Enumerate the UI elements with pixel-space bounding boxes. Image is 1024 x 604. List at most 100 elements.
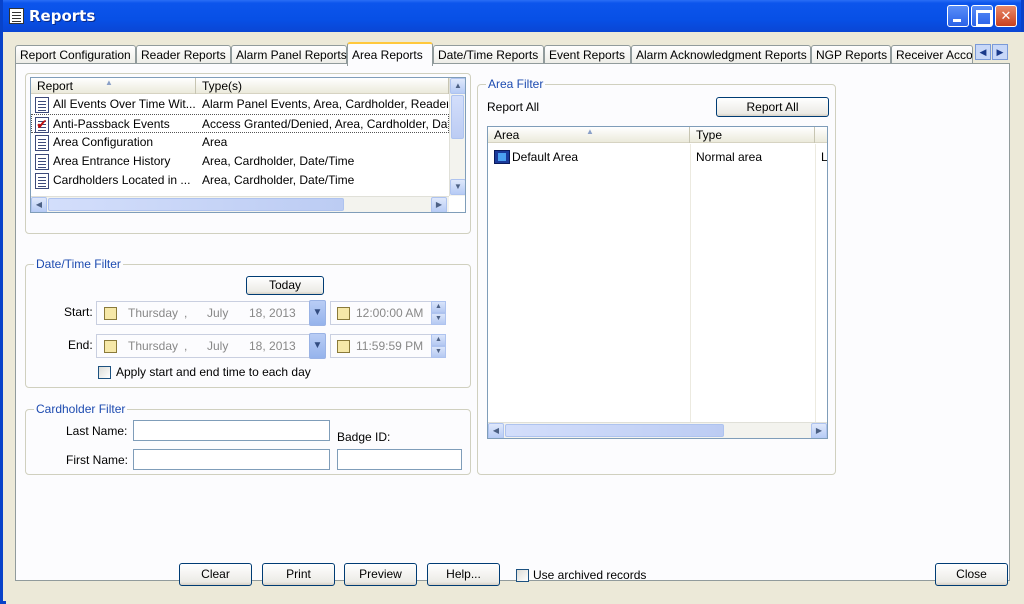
start-time-picker[interactable]: 12:00:00 AM bbox=[330, 301, 434, 325]
tab-scroll-left-icon[interactable]: ◀ bbox=[975, 44, 991, 60]
end-weekday: Thursday bbox=[128, 339, 179, 353]
list-item[interactable]: Cardholders Located in ... Area, Cardhol… bbox=[31, 171, 449, 190]
maximize-button[interactable] bbox=[971, 5, 993, 27]
datetime-filter-group: Date/Time Filter Today Start: Thursday ,… bbox=[25, 257, 471, 388]
tab-event-reports[interactable]: Event Reports bbox=[544, 45, 631, 65]
report-document-icon bbox=[35, 173, 49, 189]
end-time: 11:59:59 PM bbox=[356, 339, 424, 353]
list-item-selected[interactable]: Anti-Passback Events Access Granted/Deni… bbox=[31, 114, 449, 134]
report-list-vertical-scrollbar[interactable]: ▲ ▼ bbox=[449, 78, 465, 196]
area-column-header[interactable]: Area ▲ bbox=[488, 127, 690, 143]
end-time-spinner[interactable]: ▲ ▼ bbox=[431, 334, 446, 358]
column-divider bbox=[690, 144, 691, 422]
report-name: Anti-Passback Events bbox=[53, 117, 170, 131]
report-list[interactable]: Report ▲ Type(s) All Events Over Time Wi… bbox=[30, 77, 466, 213]
tab-strip: Report Configuration Reader Reports Alar… bbox=[15, 42, 1010, 66]
spin-down-icon[interactable]: ▼ bbox=[431, 346, 446, 358]
first-name-label: First Name: bbox=[66, 453, 129, 467]
report-column-header[interactable]: Report ▲ bbox=[31, 78, 196, 94]
use-archived-records-checkbox[interactable] bbox=[516, 569, 529, 582]
area-extra: L bbox=[821, 150, 828, 164]
report-name: All Events Over Time Wit... bbox=[53, 97, 196, 111]
tab-alarm-acknowledgment-reports[interactable]: Alarm Acknowledgment Reports bbox=[631, 45, 811, 65]
first-name-field[interactable] bbox=[133, 449, 330, 470]
start-time-checkbox[interactable] bbox=[337, 307, 350, 320]
end-day-year: 18, 2013 bbox=[249, 339, 296, 353]
start-weekday: Thursday bbox=[128, 306, 179, 320]
report-list-horizontal-scrollbar[interactable]: ◀ ▶ bbox=[31, 196, 449, 212]
scroll-down-icon[interactable]: ▼ bbox=[450, 179, 465, 195]
last-name-field[interactable] bbox=[133, 420, 330, 441]
types-column-header[interactable]: Type(s) bbox=[196, 78, 449, 94]
tab-area-reports[interactable]: Area Reports bbox=[347, 42, 433, 66]
report-document-icon bbox=[35, 135, 49, 151]
badge-id-field[interactable] bbox=[337, 449, 462, 470]
report-list-header: Report ▲ Type(s) bbox=[31, 78, 449, 94]
title-bar[interactable]: Reports ✕ bbox=[3, 0, 1021, 32]
report-all-text: Report All bbox=[487, 100, 540, 114]
end-time-checkbox[interactable] bbox=[337, 340, 350, 353]
scroll-left-icon[interactable]: ◀ bbox=[31, 197, 47, 212]
print-button[interactable]: Print bbox=[262, 563, 335, 586]
area-filter-legend: Area Filter bbox=[486, 77, 546, 91]
report-types: Alarm Panel Events, Area, Cardholder, Re… bbox=[202, 97, 448, 111]
start-time-spinner[interactable]: ▲ ▼ bbox=[431, 301, 446, 325]
preview-button[interactable]: Preview bbox=[344, 563, 417, 586]
list-item[interactable]: Area Configuration Area bbox=[31, 133, 449, 152]
spin-down-icon[interactable]: ▼ bbox=[431, 313, 446, 325]
report-document-icon bbox=[35, 154, 49, 170]
list-item[interactable]: Area Entrance History Area, Cardholder, … bbox=[31, 152, 449, 171]
tab-datetime-reports[interactable]: Date/Time Reports bbox=[433, 45, 544, 65]
scroll-thumb[interactable] bbox=[48, 198, 344, 211]
end-time-picker[interactable]: 11:59:59 PM bbox=[330, 334, 434, 358]
tab-ngp-reports[interactable]: NGP Reports bbox=[811, 45, 891, 65]
table-row[interactable]: Default Area Normal area L bbox=[488, 148, 828, 167]
close-window-button[interactable]: ✕ bbox=[995, 5, 1017, 27]
today-button[interactable]: Today bbox=[246, 276, 324, 295]
tab-reader-reports[interactable]: Reader Reports bbox=[136, 45, 231, 65]
area-list-header: Area ▲ Type bbox=[488, 127, 827, 143]
tab-report-configuration[interactable]: Report Configuration bbox=[15, 45, 136, 65]
report-app-icon bbox=[9, 8, 24, 24]
area-list[interactable]: Area ▲ Type Default Area Normal area L ◀… bbox=[487, 126, 828, 439]
tab-scroll-right-icon[interactable]: ▶ bbox=[992, 44, 1008, 60]
start-date-checkbox[interactable] bbox=[104, 307, 117, 320]
scroll-up-icon[interactable]: ▲ bbox=[450, 78, 465, 94]
tab-receiver-accounts[interactable]: Receiver Acco bbox=[891, 45, 973, 65]
use-archived-records-label: Use archived records bbox=[533, 568, 647, 582]
start-date-picker[interactable]: Thursday , July 18, 2013 bbox=[96, 301, 311, 325]
clear-button[interactable]: Clear bbox=[179, 563, 252, 586]
start-month: July bbox=[207, 306, 229, 320]
report-list-frame: Report ▲ Type(s) All Events Over Time Wi… bbox=[25, 73, 471, 234]
area-list-horizontal-scrollbar[interactable]: ◀ ▶ bbox=[488, 422, 827, 438]
spin-up-icon[interactable]: ▲ bbox=[431, 301, 446, 313]
cardholder-filter-group: Cardholder Filter Last Name: Badge ID: F… bbox=[25, 402, 471, 475]
type-column-header[interactable]: Type bbox=[690, 127, 815, 143]
spin-up-icon[interactable]: ▲ bbox=[431, 334, 446, 346]
scroll-thumb[interactable] bbox=[451, 95, 464, 139]
end-label: End: bbox=[68, 338, 93, 352]
area-reports-panel: Report ▲ Type(s) All Events Over Time Wi… bbox=[15, 63, 1010, 581]
minimize-button[interactable] bbox=[947, 5, 969, 27]
list-item[interactable]: All Events Over Time Wit... Alarm Panel … bbox=[31, 95, 449, 114]
apply-each-day-label: Apply start and end time to each day bbox=[116, 365, 311, 379]
help-button[interactable]: Help... bbox=[427, 563, 500, 586]
close-button[interactable]: Close bbox=[935, 563, 1008, 586]
scroll-right-icon[interactable]: ▶ bbox=[431, 197, 447, 212]
last-name-label: Last Name: bbox=[66, 424, 128, 438]
apply-each-day-checkbox[interactable] bbox=[98, 366, 111, 379]
scroll-right-icon[interactable]: ▶ bbox=[811, 423, 827, 438]
tab-alarm-panel-reports[interactable]: Alarm Panel Reports bbox=[231, 45, 347, 65]
badge-id-label: Badge ID: bbox=[337, 430, 391, 444]
report-name: Area Configuration bbox=[53, 135, 154, 149]
start-date-dropdown-icon[interactable]: ▼ bbox=[309, 300, 326, 326]
report-all-button[interactable]: Report All bbox=[716, 97, 829, 117]
extra-column-header[interactable] bbox=[815, 127, 827, 143]
scroll-thumb[interactable] bbox=[505, 424, 724, 437]
end-date-dropdown-icon[interactable]: ▼ bbox=[309, 333, 326, 359]
end-date-checkbox[interactable] bbox=[104, 340, 117, 353]
sort-ascending-icon: ▲ bbox=[586, 127, 594, 136]
end-separator: , bbox=[184, 339, 188, 353]
scroll-left-icon[interactable]: ◀ bbox=[488, 423, 504, 438]
end-date-picker[interactable]: Thursday , July 18, 2013 bbox=[96, 334, 311, 358]
